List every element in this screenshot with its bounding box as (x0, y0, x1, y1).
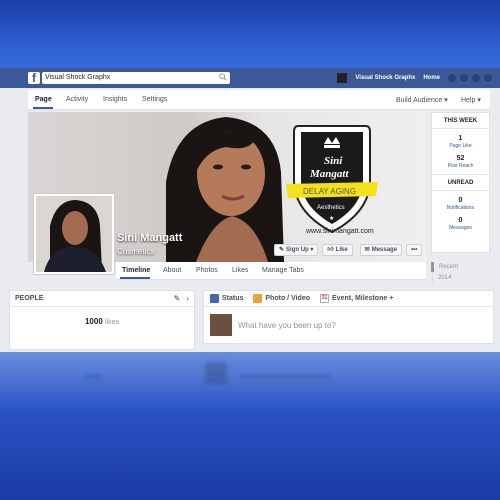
search-input-value: Visual Shock Graphx (45, 74, 111, 81)
status-label: Status (222, 295, 244, 302)
scrubber-recent[interactable]: Recent (431, 262, 490, 272)
pencil-icon[interactable]: ✎ (174, 291, 181, 307)
nav-page[interactable]: Page (35, 96, 52, 103)
this-week-header: THIS WEEK (432, 113, 489, 129)
tab-likes[interactable]: Likes (232, 267, 248, 274)
nav-settings[interactable]: Settings (142, 96, 167, 103)
composer-input[interactable]: What have you been up to? (238, 321, 336, 330)
messages-link[interactable]: Messages (432, 225, 489, 231)
post-composer: Status Photo / Video 31 Event, Milestone… (203, 290, 494, 344)
search-icon[interactable] (219, 73, 227, 81)
page-like-count: 1 (458, 135, 463, 142)
people-header: PEOPLE ✎ › (10, 291, 194, 307)
nav-insights[interactable]: Insights (103, 96, 127, 103)
presentation-background: f Visual Shock Graphx Visual Shock Graph… (0, 0, 500, 500)
tab-about[interactable]: About (163, 267, 181, 274)
more-label: ••• (411, 247, 418, 253)
people-panel: PEOPLE ✎ › 1000 likes (9, 290, 195, 350)
page-category: Cosmetics (117, 247, 155, 256)
page-name[interactable]: Sini Mangatt (117, 232, 182, 244)
badge-line1: Sini (324, 155, 343, 167)
globe-notifications-icon[interactable] (472, 74, 480, 82)
like-label: Like (335, 247, 348, 253)
page-like-link[interactable]: Page Like (432, 143, 489, 149)
tab-photo-video[interactable]: Photo / Video (253, 294, 310, 303)
user-name-link[interactable]: Visual Shock Graphx (355, 75, 415, 81)
message-icon: ✉ (364, 247, 370, 253)
reflection-bar (84, 374, 102, 379)
pencil-icon: ✎ (279, 247, 285, 253)
badge-ribbon-text: DELAY AGING (303, 187, 356, 196)
tab-status[interactable]: Status (210, 294, 243, 303)
post-reach-link[interactable]: Post Reach (432, 163, 489, 169)
active-timeline-indicator (120, 277, 150, 279)
people-title: PEOPLE (15, 295, 44, 302)
tab-manage-tabs[interactable]: Manage Tabs (262, 267, 304, 274)
active-tab-indicator (33, 107, 53, 109)
scrubber-year[interactable]: 2014 (432, 272, 490, 284)
composer-avatar (210, 314, 232, 336)
home-link[interactable]: Home (423, 75, 440, 81)
messages-count: 0 (458, 217, 463, 224)
reflection-glow (0, 352, 500, 412)
photo-video-label: Photo / Video (265, 295, 311, 302)
friend-requests-icon[interactable] (448, 74, 456, 82)
tab-event-milestone[interactable]: 31 Event, Milestone + (320, 294, 393, 303)
calendar-icon: 31 (320, 294, 330, 303)
message-button[interactable]: ✉ Message (359, 244, 403, 256)
page-admin-nav: Page Activity Insights Settings Build Au… (28, 90, 490, 110)
post-reach-count: 52 (456, 155, 465, 162)
user-avatar[interactable] (337, 73, 348, 83)
notification-icons (448, 74, 492, 82)
badge-subtitle: Aesthetics (317, 205, 345, 211)
brand-badge-logo: Sini Mangatt DELAY AGING Aesthetics ★ (286, 125, 378, 234)
like-button[interactable]: 👍︎ Like (322, 244, 353, 256)
reflection-avatar (205, 362, 227, 384)
reflection-bar (240, 374, 330, 379)
sign-up-button[interactable]: ✎ Sign Up ▾ (274, 244, 319, 256)
likes-count: 1000 (84, 317, 103, 326)
notifications-link[interactable]: Notifications (432, 205, 489, 211)
tab-photos[interactable]: Photos (196, 267, 218, 274)
event-milestone-label: Event, Milestone + (332, 295, 394, 302)
settings-icon[interactable] (484, 74, 492, 82)
composer-body: What have you been up to? (204, 307, 493, 343)
likes-label: likes (105, 319, 120, 326)
top-right-nav: Visual Shock Graphx Home (337, 68, 492, 88)
status-pencil-icon (210, 294, 219, 303)
people-actions: ✎ › (174, 291, 189, 307)
profile-picture[interactable] (34, 194, 114, 274)
chevron-right-icon[interactable]: › (186, 291, 189, 307)
timeline-tabs: Timeline About Photos Likes Manage Tabs (116, 262, 426, 280)
more-options-button[interactable]: ••• (406, 244, 423, 256)
message-label: Message (371, 247, 398, 253)
build-audience-dropdown[interactable]: Build Audience ▾ (396, 96, 448, 104)
help-dropdown[interactable]: Help ▾ (461, 96, 481, 104)
messages-icon[interactable] (460, 74, 468, 82)
likes-summary: 1000 likes (10, 317, 194, 326)
top-bar: f Visual Shock Graphx Visual Shock Graph… (0, 68, 500, 88)
nav-activity[interactable]: Activity (66, 96, 88, 103)
profile-avatar-image (36, 196, 112, 272)
this-week-panel: THIS WEEK 1 Page Like 52 Post Reach UNRE… (431, 112, 490, 253)
cover-action-buttons: ✎ Sign Up ▾ 👍︎ Like ✉ Message ••• (274, 244, 423, 256)
facebook-logo-icon[interactable]: f (28, 72, 40, 85)
timeline-scrubber: Recent 2014 (431, 262, 490, 284)
badge-line2: Mangatt (309, 168, 349, 180)
cover-url: www.sinimangatt.com (306, 228, 374, 235)
thumbs-up-icon: 👍︎ (327, 247, 334, 253)
tab-timeline[interactable]: Timeline (122, 267, 150, 274)
search-input[interactable]: Visual Shock Graphx (42, 72, 230, 84)
unread-header: UNREAD (432, 175, 489, 191)
sign-up-label: Sign Up ▾ (286, 247, 314, 253)
composer-tabs: Status Photo / Video 31 Event, Milestone… (204, 291, 493, 307)
photo-icon (253, 294, 263, 303)
badge-star-icon: ★ (329, 215, 334, 222)
notifications-count: 0 (458, 197, 463, 204)
